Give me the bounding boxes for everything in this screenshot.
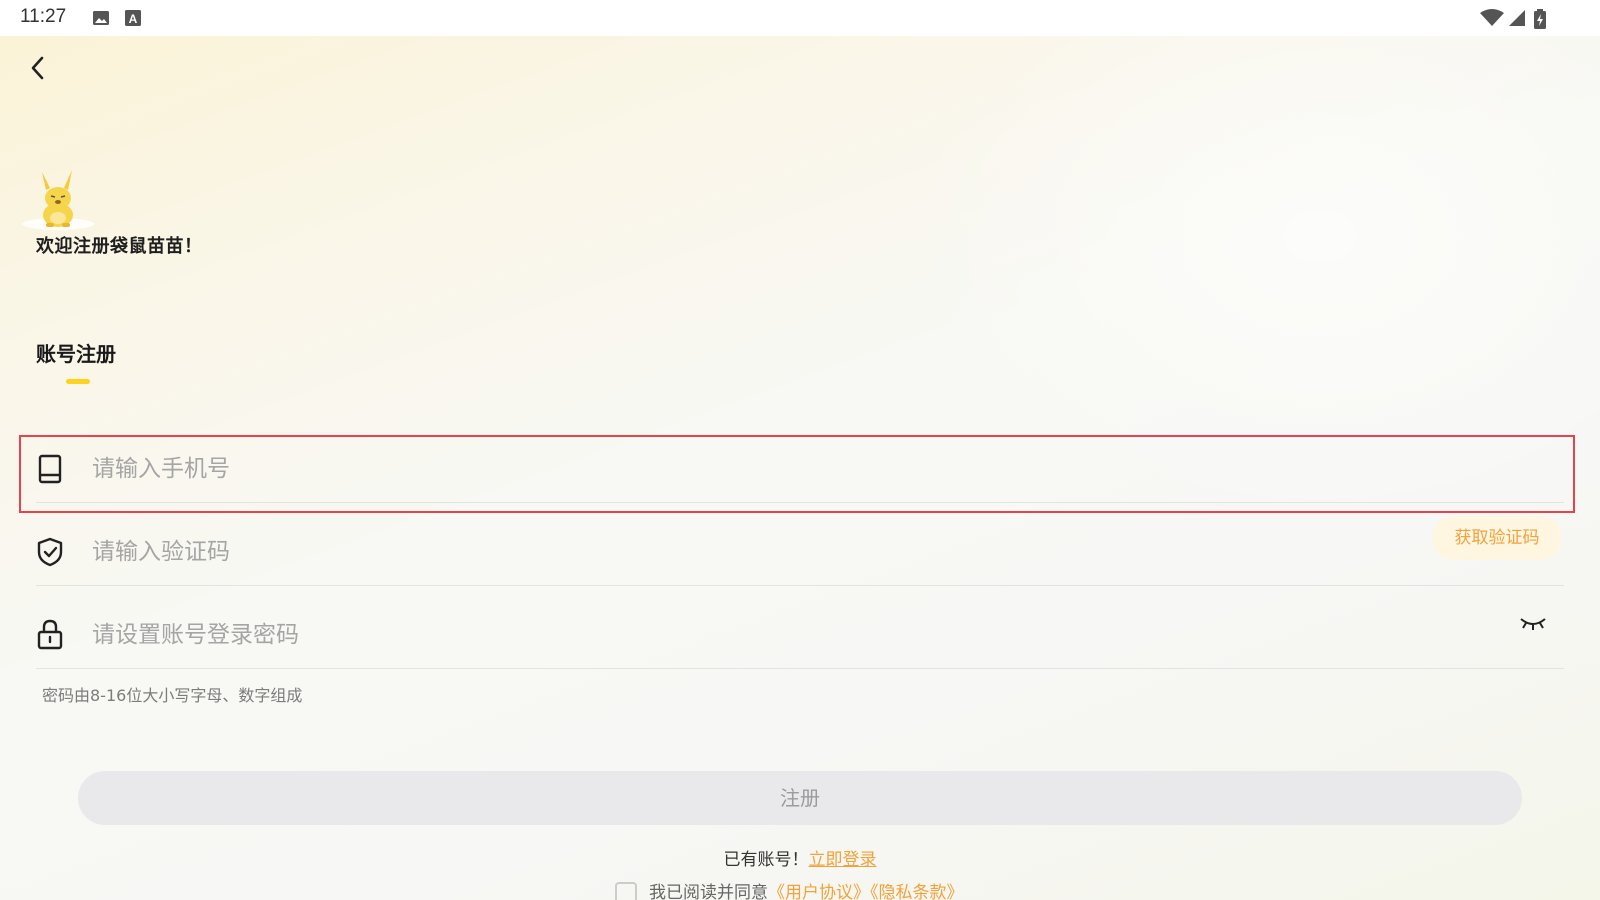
welcome-text: 欢迎注册袋鼠苗苗！	[36, 236, 203, 257]
lock-icon	[36, 618, 64, 650]
agreement-row: 我已阅读并同意《用户协议》《隐私条款》	[615, 878, 964, 900]
code-field-row: 获取验证码	[36, 503, 1564, 586]
status-time: 11:27	[20, 6, 67, 27]
status-bar: 11:27 A	[0, 0, 1600, 36]
agreement-checkbox[interactable]	[615, 882, 637, 900]
phone-field-row	[36, 420, 1564, 503]
signal-icon	[1508, 9, 1526, 31]
phone-icon	[36, 454, 64, 484]
password-input[interactable]	[90, 616, 1294, 654]
text-a-icon: A	[124, 9, 142, 31]
user-agreement-link[interactable]: 《用户协议》	[768, 883, 870, 900]
back-button[interactable]	[24, 52, 52, 84]
login-prompt: 已有账号！立即登录	[0, 845, 1600, 870]
shield-check-icon	[36, 537, 64, 567]
login-prompt-text: 已有账号！	[723, 850, 809, 870]
password-field-row	[36, 586, 1564, 669]
register-button[interactable]: 注册	[78, 771, 1522, 825]
privacy-link[interactable]: 《隐私条款》	[870, 883, 964, 900]
login-link[interactable]: 立即登录	[809, 850, 877, 870]
image-icon	[92, 9, 110, 31]
password-hint: 密码由8-16位大小写字母、数字组成	[42, 686, 303, 705]
chevron-left-icon	[24, 56, 52, 88]
get-code-button[interactable]: 获取验证码	[1432, 516, 1562, 560]
tab-account-register[interactable]: 账号注册	[36, 338, 116, 367]
kangaroo-mascot	[20, 168, 96, 230]
tab-indicator	[66, 379, 90, 384]
svg-text:A: A	[129, 12, 138, 26]
battery-icon	[1534, 9, 1546, 33]
phone-input[interactable]	[90, 450, 1294, 488]
wifi-icon	[1480, 9, 1504, 31]
eye-closed-icon[interactable]	[1518, 613, 1548, 633]
verification-code-input[interactable]	[90, 533, 1294, 571]
agreement-text: 我已阅读并同意	[649, 883, 768, 900]
